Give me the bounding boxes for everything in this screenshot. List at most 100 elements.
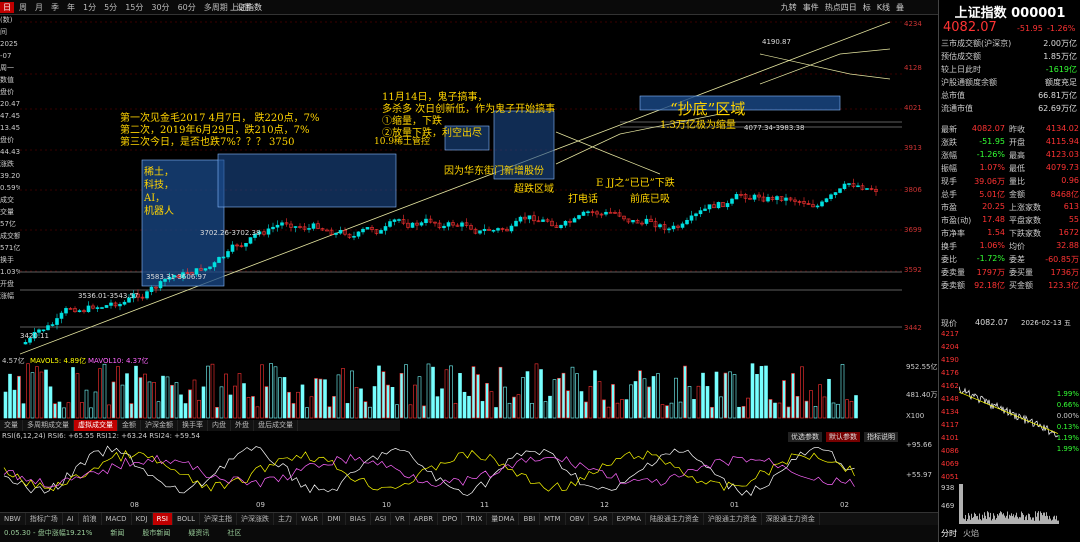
volume-tab[interactable]: 沪深金额	[141, 420, 178, 431]
indicator-tab[interactable]: TRIX	[462, 513, 488, 525]
volume-bar	[444, 369, 449, 419]
volume-bar	[66, 402, 71, 419]
mini-pct-tick: 1.99%	[1056, 390, 1079, 398]
period-tab[interactable]: 60分	[175, 2, 199, 13]
indicator-tab[interactable]: 沪股通主力资金	[704, 513, 762, 525]
candle-body	[149, 286, 154, 292]
period-tab[interactable]: 季	[48, 2, 62, 13]
mini-volume-bar	[1014, 517, 1015, 524]
indicator-tab[interactable]: SAR	[589, 513, 613, 525]
volume-bar	[336, 374, 341, 419]
volume-bar	[264, 386, 269, 419]
volume-tabs: 交量 多周期成交量 虚拟成交量 金额 沪深金额 换手率 内盘 外盘 盘后成交量	[0, 420, 400, 431]
status-item[interactable]: 股市新闻	[138, 525, 170, 542]
quote-grid-key: 最低	[1009, 164, 1025, 173]
volume-tab[interactable]: 内盘	[208, 420, 231, 431]
volume-bar	[449, 365, 453, 419]
indicator-tab[interactable]: ARBR	[410, 513, 439, 525]
volume-bar	[476, 374, 480, 419]
indicator-tab[interactable]: DMI	[323, 513, 346, 525]
mini-volume-bar	[981, 520, 982, 524]
indicator-tab[interactable]: 深股通主力资金	[762, 513, 820, 525]
candle-body	[559, 224, 563, 228]
toolbar-item[interactable]: 标	[863, 2, 871, 13]
period-tab[interactable]: 周	[16, 2, 30, 13]
volume-bar	[143, 373, 147, 419]
volume-tab[interactable]: 外盘	[231, 420, 254, 431]
indicator-tab[interactable]: W&R	[297, 513, 324, 525]
mini-tab[interactable]: 分时	[941, 528, 957, 539]
volume-bar	[219, 386, 224, 419]
period-tab[interactable]: 多周期	[201, 2, 231, 13]
volume-bar	[804, 400, 809, 419]
volume-bar	[827, 378, 831, 419]
left-info-label: 13.45	[0, 124, 20, 132]
indicator-tab[interactable]: VR	[391, 513, 410, 525]
indicator-tab[interactable]: EXPMA	[613, 513, 646, 525]
volume-bar	[84, 389, 89, 419]
period-tab[interactable]: 日	[0, 2, 14, 13]
quote-grid-value: -51.95	[979, 137, 1005, 146]
mini-volume-bar	[992, 518, 993, 524]
indicator-tab[interactable]: DPO	[438, 513, 463, 525]
quote-grid-value: 17.48	[982, 215, 1005, 224]
left-info-label: 盘价	[0, 136, 14, 144]
indicator-tab[interactable]: MACD	[102, 513, 132, 525]
indicator-tab[interactable]: BOLL	[173, 513, 200, 525]
volume-bar	[21, 403, 26, 419]
toolbar-item[interactable]: 九转	[781, 2, 797, 13]
quote-row-key: 流通市值	[941, 104, 973, 113]
indicator-tab[interactable]: KDJ	[132, 513, 153, 525]
indicator-tab[interactable]: MTM	[540, 513, 566, 525]
period-tab[interactable]: 15分	[122, 2, 146, 13]
indicator-tab[interactable]: 主力	[274, 513, 297, 525]
volume-tab[interactable]: 多周期成交量	[23, 420, 74, 431]
indicator-tab[interactable]: BBI	[519, 513, 541, 525]
toolbar-item[interactable]: 叠	[896, 2, 904, 13]
mini-volume-bar	[971, 513, 972, 524]
toolbar-item[interactable]: 热点四日	[825, 2, 857, 13]
volume-bar	[737, 406, 741, 419]
volume-bar	[764, 365, 768, 419]
mini-volume-bar	[976, 516, 977, 524]
indicator-tab[interactable]: RSI	[152, 513, 173, 525]
volume-tab[interactable]: 虚拟成交量	[74, 420, 118, 431]
candle-body	[518, 216, 523, 222]
volume-bar	[426, 363, 431, 419]
indicator-tab[interactable]: ASI	[371, 513, 392, 525]
candle-body	[671, 225, 676, 230]
indicator-tab[interactable]: 指标广场	[26, 513, 63, 525]
period-tab[interactable]: 1分	[80, 2, 99, 13]
indicator-tab[interactable]: 量DMA	[487, 513, 520, 525]
toolbar-item[interactable]: K线	[877, 2, 890, 13]
price-tick: 3913	[904, 144, 922, 152]
status-item[interactable]: 社区	[223, 525, 241, 542]
status-item[interactable]: 0.05.30 - 盘中涨幅19.21%	[0, 525, 92, 542]
period-tab[interactable]: 年	[64, 2, 78, 13]
volume-tab[interactable]: 盘后成交量	[254, 420, 298, 431]
volume-tab[interactable]: 换手率	[178, 420, 208, 431]
volume-bar	[836, 403, 840, 419]
indicator-tab[interactable]: 陆股通主力资金	[646, 513, 704, 525]
indicator-tab[interactable]: 沪深主指	[200, 513, 237, 525]
indicator-tab[interactable]: 前浪	[79, 513, 102, 525]
indicator-tab[interactable]: BIAS	[346, 513, 371, 525]
mini-volume-bar	[1013, 514, 1014, 524]
toolbar-item[interactable]: 事件	[803, 2, 819, 13]
volume-axis-low: X100	[906, 412, 925, 420]
period-tab[interactable]: 30分	[148, 2, 172, 13]
volume-bar	[206, 365, 210, 419]
indicator-tab[interactable]: AI	[63, 513, 79, 525]
mini-tab[interactable]: 火焰	[963, 528, 979, 539]
status-item[interactable]: 新闻	[106, 525, 124, 542]
period-tab[interactable]: 月	[32, 2, 46, 13]
candle-body	[698, 210, 703, 215]
candle-body	[311, 223, 316, 229]
volume-tab[interactable]: 交量	[0, 420, 23, 431]
status-item[interactable]: 疑资讯	[184, 525, 209, 542]
period-tab[interactable]: 5分	[101, 2, 120, 13]
indicator-tab[interactable]: NBW	[0, 513, 26, 525]
volume-tab[interactable]: 金额	[118, 420, 141, 431]
indicator-tab[interactable]: 沪深涨跌	[237, 513, 274, 525]
indicator-tab[interactable]: OBV	[566, 513, 590, 525]
